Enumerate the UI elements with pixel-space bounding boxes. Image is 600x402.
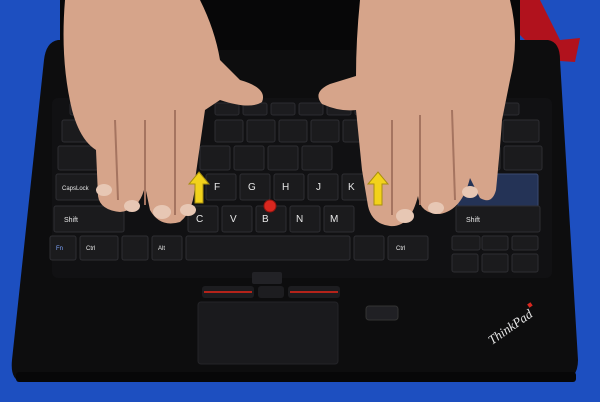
- key-n-label: N: [296, 214, 303, 225]
- scroll-button-ridges: [252, 272, 282, 284]
- fingerprint-reader: [365, 305, 399, 321]
- key-m: [323, 205, 355, 233]
- left-shift-label: Shift: [64, 217, 78, 224]
- key-h-label: H: [282, 182, 289, 193]
- alt-key-left: [151, 235, 183, 261]
- alt-key-right: [353, 235, 385, 261]
- ctrl-right-label: Ctrl: [396, 246, 405, 252]
- windows-key: [121, 235, 149, 261]
- key-m-label: M: [330, 214, 338, 225]
- ctrl-key-right: [387, 235, 429, 261]
- key-j: [307, 173, 339, 201]
- arrow-key-up: [481, 235, 509, 251]
- key-b-label: B: [262, 214, 269, 225]
- key-g-label: G: [248, 182, 256, 193]
- key-f-label: F: [214, 182, 220, 193]
- arrow-up-area: [451, 235, 481, 251]
- ctrl-left-label: Ctrl: [86, 246, 95, 252]
- key-n: [289, 205, 321, 233]
- touchpad: [197, 301, 339, 365]
- laptop-keyboard-photo: F G H J K CapsLock C V B N M Shift Shift: [0, 0, 600, 402]
- key-v-label: V: [230, 214, 237, 225]
- key-v: [221, 205, 253, 233]
- laptop-front-edge: [16, 372, 576, 382]
- fn-label: Fn: [56, 246, 63, 252]
- capslock-label: CapsLock: [62, 186, 90, 192]
- key-f: [205, 173, 237, 201]
- key-k-label: K: [348, 182, 355, 193]
- arrow-key-right: [511, 253, 539, 273]
- spacebar: [185, 235, 351, 261]
- arrow-key-down: [481, 253, 509, 273]
- trackpoint-nub: [263, 199, 277, 213]
- right-shift-label: Shift: [466, 217, 480, 224]
- arrow-key-left: [451, 253, 479, 273]
- page-key: [511, 235, 539, 251]
- key-c-label: C: [196, 214, 203, 225]
- key-j-label: J: [316, 182, 321, 193]
- alt-left-label: Alt: [158, 246, 165, 252]
